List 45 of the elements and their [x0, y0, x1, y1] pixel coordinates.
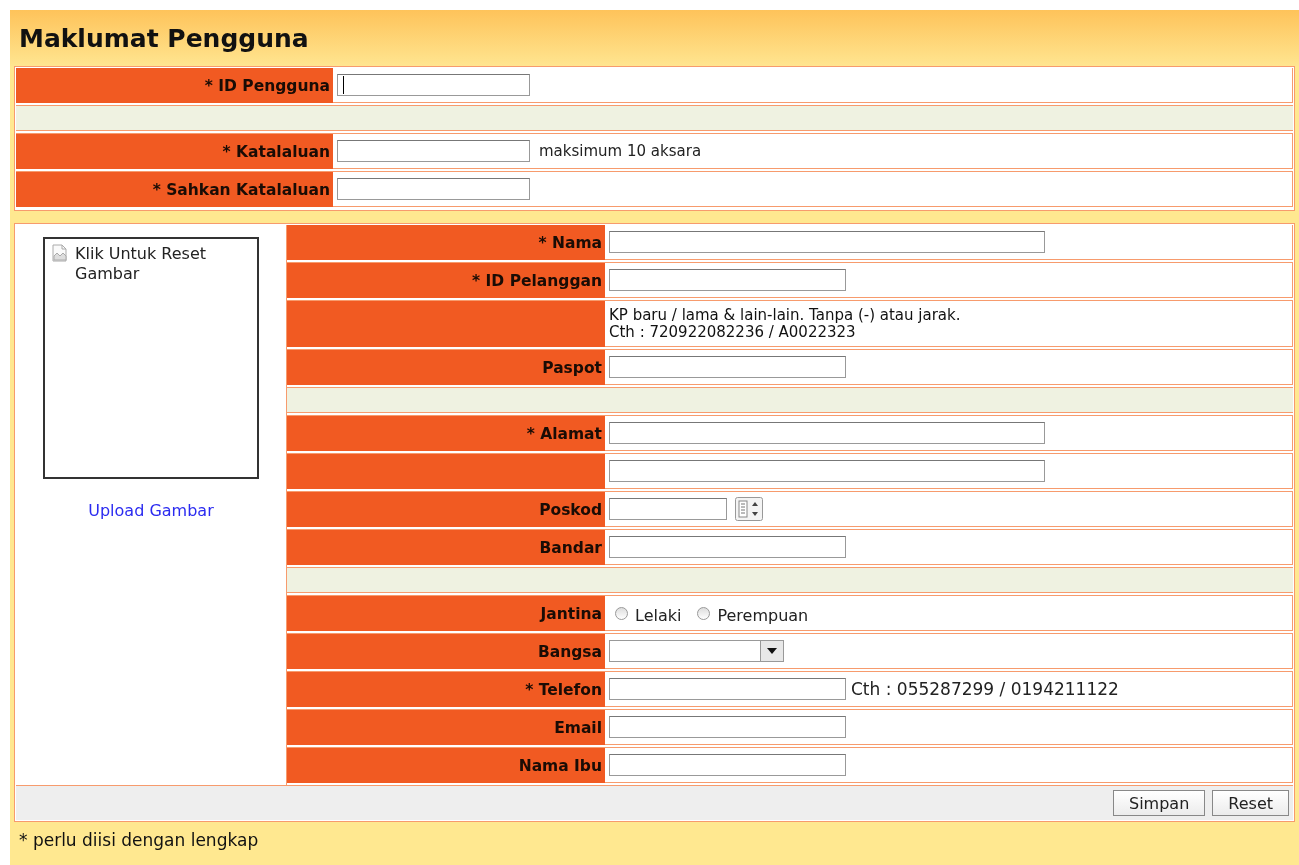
radio-label[interactable]: Perempuan: [717, 605, 809, 625]
footnote: * perlu diisi dengan lengkap: [18, 830, 260, 850]
text-field[interactable]: [609, 536, 846, 558]
radio-button[interactable]: [697, 606, 711, 620]
radio-button[interactable]: [615, 606, 628, 620]
field-note: KP baru / lama & lain-lain. Tanpa (-) atau jarak. Cth : 720922082236 / A0022323: [609, 306, 961, 341]
field-label: Poskod: [287, 492, 605, 527]
field-hint: maksimum 10 aksara: [539, 142, 702, 160]
field-label: * Telefon: [287, 672, 605, 707]
dropdown[interactable]: [609, 640, 784, 662]
text-field[interactable]: [609, 716, 846, 738]
text-field[interactable]: [609, 460, 1045, 482]
page-title: Maklumat Pengguna: [19, 23, 309, 53]
field-label: Jantina: [287, 596, 605, 631]
upload-image-link[interactable]: Upload Gambar: [88, 501, 214, 520]
radio-label[interactable]: Lelaki: [635, 605, 682, 625]
text-field[interactable]: [337, 178, 530, 200]
field-label: Paspot: [287, 350, 605, 385]
field-label: * ID Pelanggan: [287, 263, 605, 298]
text-field[interactable]: [609, 422, 1045, 444]
field-label: * Nama: [287, 225, 605, 260]
reset-image-link[interactable]: Klik Untuk Reset Gambar: [75, 244, 225, 284]
text-field[interactable]: [609, 269, 846, 291]
field-label: * Sahkan Katalaluan: [16, 172, 333, 207]
text-field[interactable]: [337, 74, 530, 96]
field-label: Email: [287, 710, 605, 745]
field-label: Bangsa: [287, 634, 605, 669]
text-field[interactable]: [609, 678, 846, 700]
field-label: Bandar: [287, 530, 605, 565]
field-label: * ID Pengguna: [16, 68, 333, 103]
text-field[interactable]: [609, 498, 727, 520]
caret-icon: [767, 648, 777, 654]
form-button[interactable]: Simpan: [1113, 790, 1206, 816]
text-field[interactable]: [609, 231, 1045, 253]
field-hint: Cth : 055287299 / 0194211122: [851, 679, 1119, 699]
field-label: * Katalaluan: [16, 134, 333, 169]
field-label: Nama Ibu: [287, 748, 605, 783]
field-label: * Alamat: [287, 416, 605, 451]
form-button[interactable]: Reset: [1212, 790, 1289, 816]
list-picker-icon[interactable]: [735, 497, 763, 521]
text-field[interactable]: [337, 140, 530, 162]
broken-image-icon: [51, 244, 69, 262]
text-field[interactable]: [609, 356, 846, 378]
text-cursor: [343, 76, 344, 94]
text-field[interactable]: [609, 754, 846, 776]
